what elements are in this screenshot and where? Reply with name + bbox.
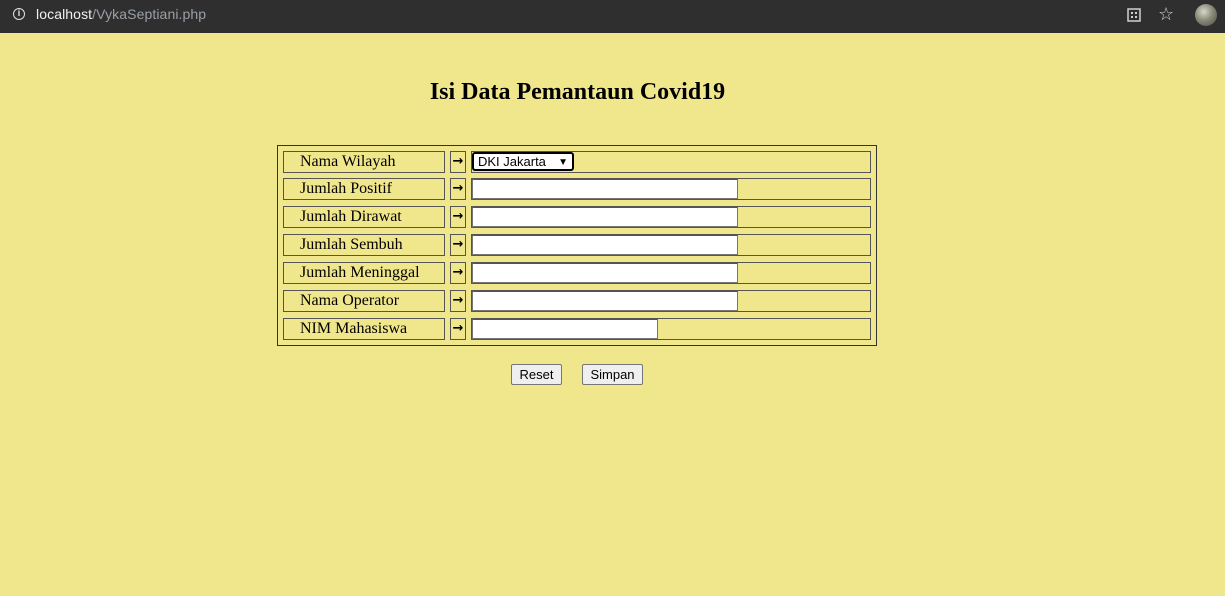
input-cell <box>471 290 871 312</box>
row-nama-operator: Nama Operator → <box>283 290 873 312</box>
info-icon[interactable]: i <box>13 8 25 20</box>
arrow-icon: → <box>450 234 466 256</box>
nim-mahasiswa-input[interactable] <box>472 319 658 339</box>
wilayah-select-value: DKI Jakarta <box>478 154 546 169</box>
avatar[interactable] <box>1195 4 1217 26</box>
chevron-down-icon: ▼ <box>558 157 568 168</box>
arrow-icon: → <box>450 318 466 340</box>
field-label: Jumlah Meninggal <box>283 262 445 284</box>
input-cell <box>471 262 871 284</box>
field-label: Jumlah Sembuh <box>283 234 445 256</box>
browser-toolbar: i localhost/VykaSeptiani.php ☆ <box>0 0 1225 33</box>
row-jumlah-positif: Jumlah Positif → <box>283 178 873 200</box>
save-button[interactable]: Simpan <box>582 364 643 385</box>
input-cell: DKI Jakarta ▼ <box>471 151 871 173</box>
address-bar[interactable]: localhost/VykaSeptiani.php <box>36 6 206 22</box>
field-label: Nama Wilayah <box>283 151 445 173</box>
star-icon[interactable]: ☆ <box>1158 4 1174 24</box>
jumlah-sembuh-input[interactable] <box>472 235 738 255</box>
form-table: Nama Wilayah → DKI Jakarta ▼ Jumlah Posit… <box>277 145 877 346</box>
arrow-icon: → <box>450 206 466 228</box>
row-jumlah-dirawat: Jumlah Dirawat → <box>283 206 873 228</box>
page-title: Isi Data Pemantaun Covid19 <box>429 79 726 105</box>
jumlah-meninggal-input[interactable] <box>472 263 738 283</box>
row-jumlah-sembuh: Jumlah Sembuh → <box>283 234 873 256</box>
url-host: localhost <box>36 6 93 22</box>
row-nama-wilayah: Nama Wilayah → DKI Jakarta ▼ <box>283 151 873 173</box>
field-label: Jumlah Dirawat <box>283 206 445 228</box>
row-jumlah-meninggal: Jumlah Meninggal → <box>283 262 873 284</box>
field-label: Nama Operator <box>283 290 445 312</box>
jumlah-dirawat-input[interactable] <box>472 207 738 227</box>
nama-operator-input[interactable] <box>472 291 738 311</box>
arrow-icon: → <box>450 262 466 284</box>
arrow-icon: → <box>450 290 466 312</box>
url-path: /VykaSeptiani.php <box>92 6 207 22</box>
extension-icon[interactable] <box>1127 8 1141 22</box>
jumlah-positif-input[interactable] <box>472 179 738 199</box>
field-label: Jumlah Positif <box>283 178 445 200</box>
row-nim-mahasiswa: NIM Mahasiswa → <box>283 318 873 340</box>
arrow-icon: → <box>450 178 466 200</box>
input-cell <box>471 318 871 340</box>
arrow-icon: → <box>450 151 466 173</box>
input-cell <box>471 206 871 228</box>
field-label: NIM Mahasiswa <box>283 318 445 340</box>
wilayah-select[interactable]: DKI Jakarta ▼ <box>472 152 574 171</box>
reset-button[interactable]: Reset <box>511 364 562 385</box>
input-cell <box>471 234 871 256</box>
input-cell <box>471 178 871 200</box>
